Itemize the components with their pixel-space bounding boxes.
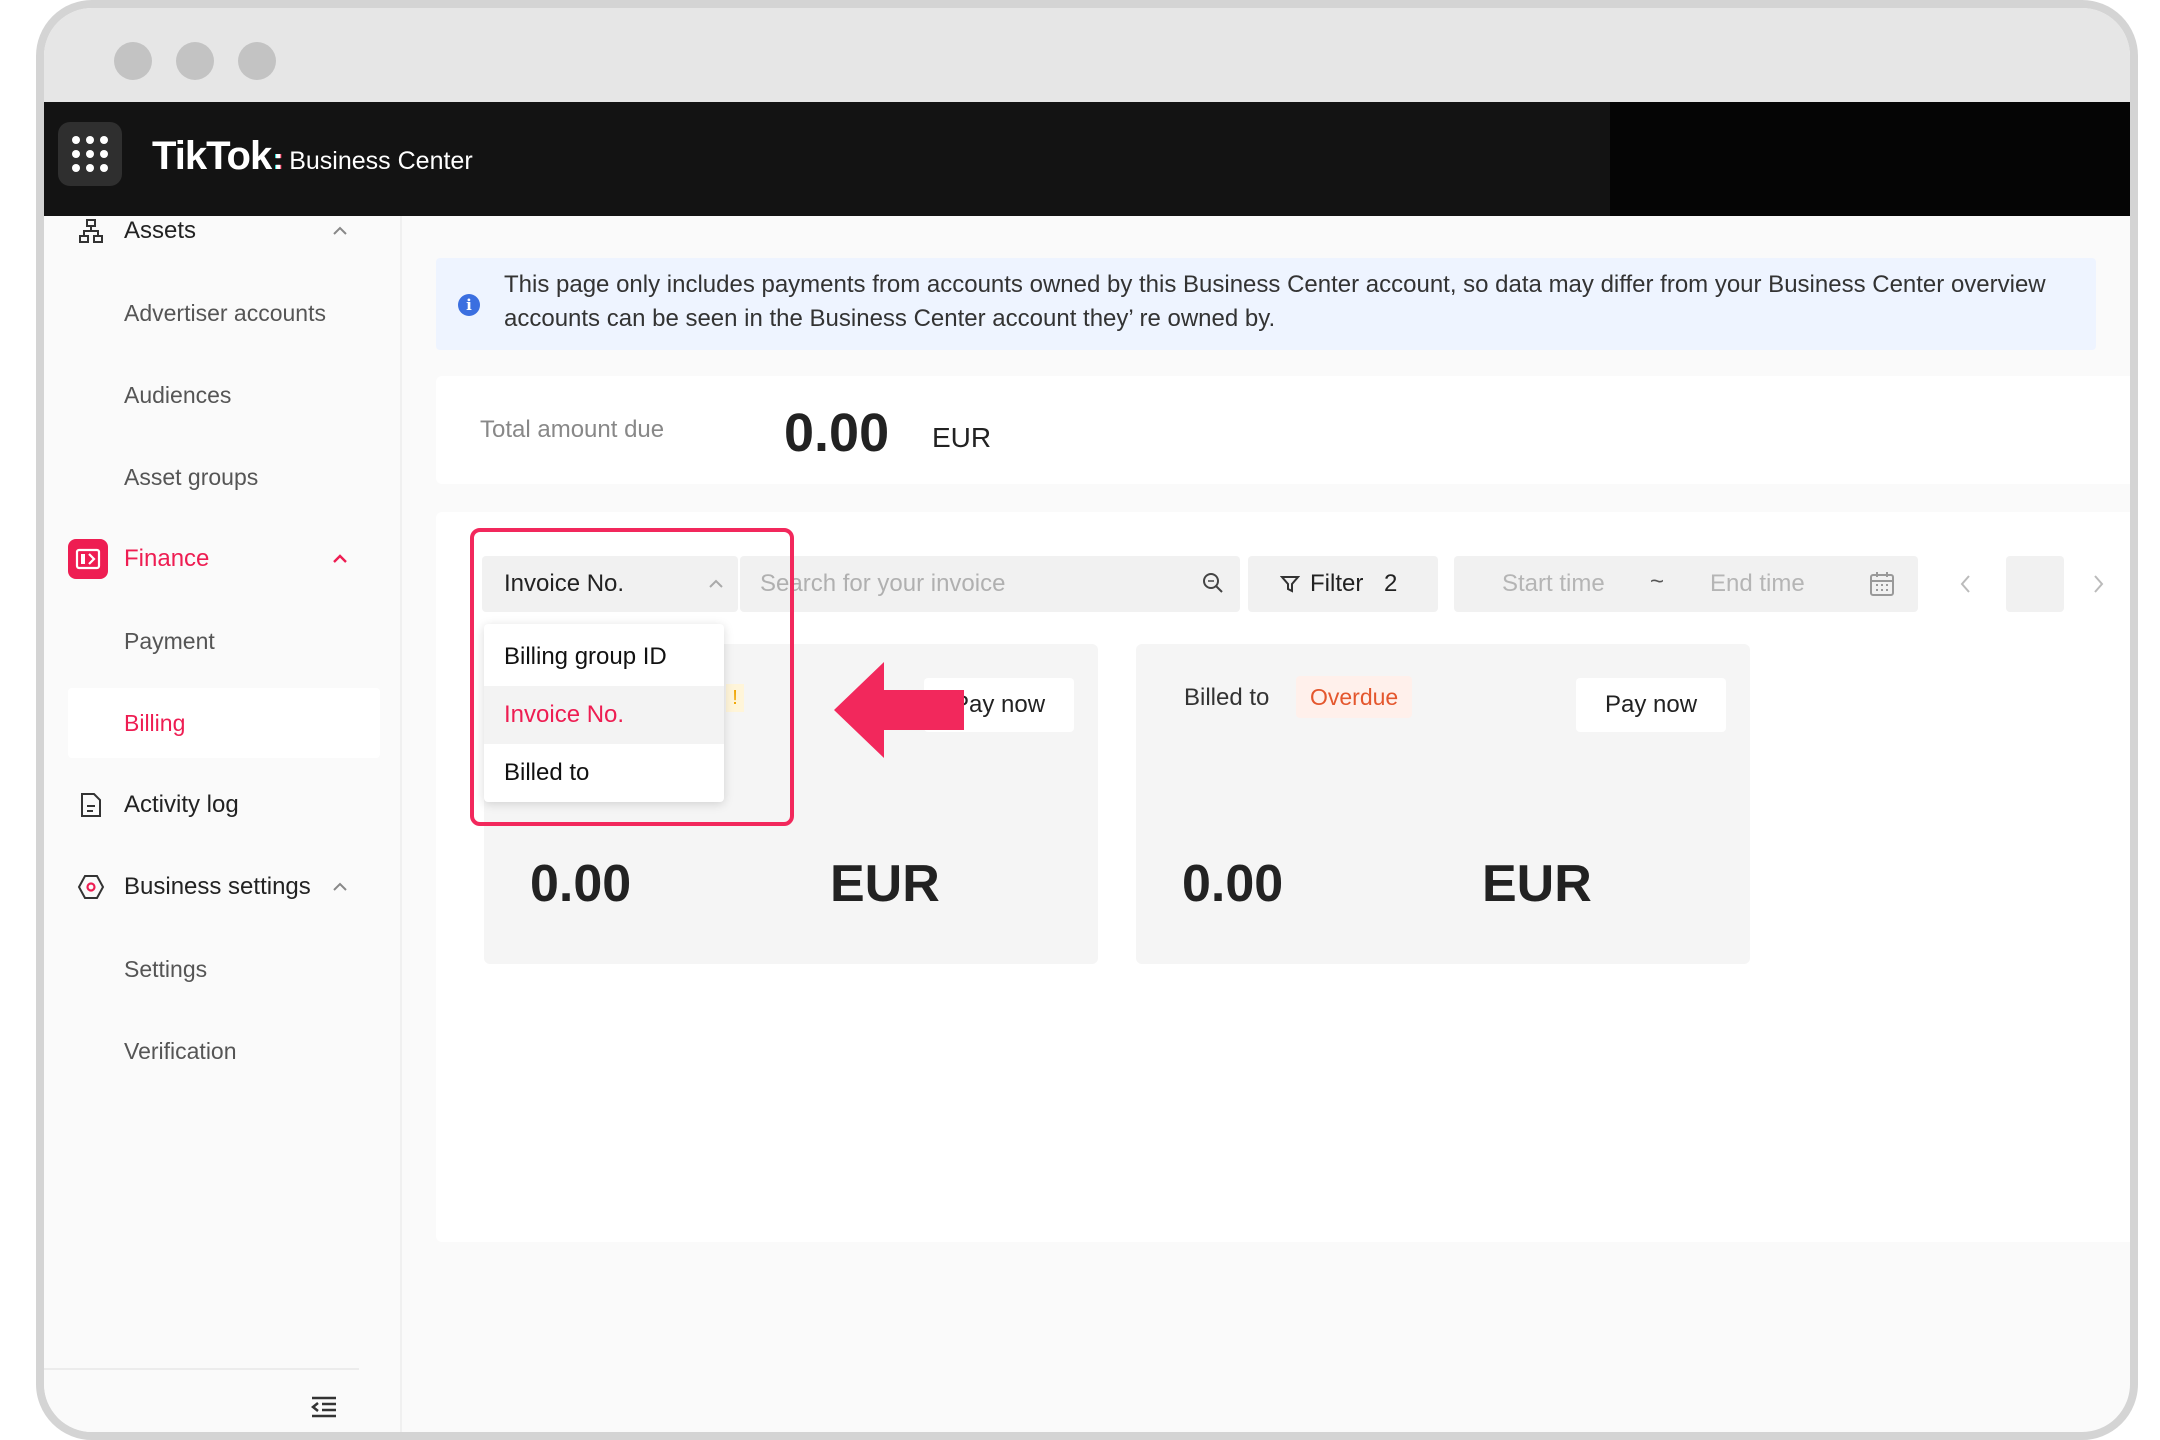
sidebar-group-label: Business settings <box>124 873 311 900</box>
start-time-input[interactable]: Start time <box>1502 570 1605 598</box>
apps-grid-icon[interactable] <box>58 122 122 186</box>
sidebar-item-verification[interactable]: Verification <box>44 1016 402 1086</box>
chevron-up-icon[interactable] <box>328 875 352 899</box>
sidebar-item-label: Advertiser accounts <box>124 299 326 326</box>
overdue-badge: Overdue <box>1296 676 1413 718</box>
sidebar-footer <box>44 1368 359 1432</box>
chevron-left-icon[interactable] <box>1954 570 1978 598</box>
sidebar-item-label: Settings <box>124 955 208 982</box>
sidebar-item-billing[interactable]: Billing <box>68 688 380 758</box>
bill-amount: 0.00 <box>530 855 632 913</box>
sidebar-item-label: Payment <box>124 627 215 654</box>
bill-amount: 0.00 <box>1182 855 1284 913</box>
total-amount-label: Total amount due <box>480 416 665 443</box>
sidebar-item-asset-groups[interactable]: Asset groups <box>44 442 402 512</box>
collapse-sidebar-icon[interactable] <box>308 1392 340 1424</box>
billed-to-label: Billed to <box>1184 684 1270 711</box>
date-range-picker[interactable]: Start time ~ End time <box>1454 556 1918 612</box>
sidebar-item-label: Verification <box>124 1037 237 1064</box>
sidebar-group-finance[interactable]: Finance <box>44 524 402 594</box>
sidebar-group-label: Activity log <box>124 791 239 818</box>
tiktok-logo-text: TikTok <box>152 134 272 178</box>
header-right-area <box>1610 102 2130 216</box>
tiktok-logo-colon: : <box>273 143 284 176</box>
search-icon[interactable] <box>1200 570 1226 596</box>
info-icon: i <box>458 294 480 316</box>
chevron-up-icon[interactable] <box>328 219 352 243</box>
sidebar-item-settings[interactable]: Settings <box>44 934 402 1004</box>
window-close-dot[interactable] <box>114 42 152 80</box>
end-time-input[interactable]: End time <box>1710 570 1805 598</box>
bill-currency: EUR <box>1482 855 1592 913</box>
bill-currency: EUR <box>830 855 940 913</box>
filter-count: 2 <box>1384 570 1398 597</box>
sidebar-group-label: Finance <box>124 545 210 572</box>
total-amount-currency: EUR <box>932 422 992 453</box>
bill-card[interactable]: Billed to Overdue Pay now 0.00 EUR <box>1136 644 1750 964</box>
total-amount-card: Total amount due 0.00 EUR <box>436 376 2130 484</box>
main-content: i This page only includes payments from … <box>414 216 2130 1432</box>
sidebar-item-label: Audiences <box>124 381 232 408</box>
browser-window: TikTok : Business Center Assets Advertis… <box>36 0 2138 1440</box>
sidebar: Assets Advertiser accounts Audiences Ass… <box>44 216 402 1432</box>
activity-log-icon <box>76 790 106 820</box>
sidebar-item-label: Asset groups <box>124 463 259 490</box>
sidebar-group-activity-log[interactable]: Activity log <box>44 770 402 840</box>
total-amount-value: 0.00 <box>784 403 890 463</box>
sidebar-group-business-settings[interactable]: Business settings <box>44 852 402 922</box>
pager-current-page[interactable] <box>2006 556 2064 612</box>
filter-icon <box>1280 576 1300 593</box>
pay-now-button[interactable]: Pay now <box>1576 678 1726 732</box>
arrow-left-annotation-icon <box>834 662 964 758</box>
chevron-right-icon[interactable] <box>2086 570 2110 598</box>
banner-text: This page only includes payments from ac… <box>504 271 2046 332</box>
invoice-search-input[interactable]: Search for your invoice <box>740 556 1240 612</box>
finance-icon <box>68 539 108 579</box>
sidebar-group-label: Assets <box>124 217 197 244</box>
date-range-separator: ~ <box>1650 568 1665 595</box>
sidebar-group-assets[interactable]: Assets <box>44 196 402 266</box>
assets-icon <box>76 216 106 246</box>
calendar-icon[interactable] <box>1868 570 1896 598</box>
business-settings-icon <box>76 872 106 902</box>
window-minimize-dot[interactable] <box>176 42 214 80</box>
chevron-up-icon[interactable] <box>328 547 352 571</box>
filter-label: Filter <box>1310 570 1364 597</box>
info-banner: i This page only includes payments from … <box>436 258 2096 350</box>
window-zoom-dot[interactable] <box>238 42 276 80</box>
window-titlebar <box>44 8 2130 102</box>
sidebar-item-audiences[interactable]: Audiences <box>44 360 402 430</box>
sidebar-item-payment[interactable]: Payment <box>44 606 402 676</box>
highlight-annotation-box <box>470 528 794 826</box>
sidebar-item-label: Billing <box>124 709 186 736</box>
brand-logo[interactable]: TikTok : Business Center <box>152 134 473 179</box>
product-name: Business Center <box>289 147 473 175</box>
search-placeholder: Search for your invoice <box>760 570 1006 597</box>
filter-button[interactable]: Filter 2 <box>1248 556 1438 612</box>
sidebar-item-advertiser-accounts[interactable]: Advertiser accounts <box>44 278 402 348</box>
